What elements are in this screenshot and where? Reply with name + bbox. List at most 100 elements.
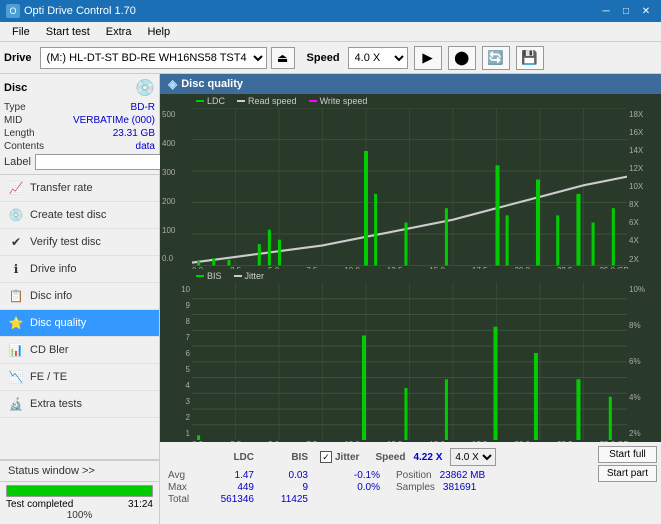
speed-select[interactable]: 4.0 X [348, 47, 408, 69]
start-part-button[interactable]: Start part [598, 465, 657, 482]
y2-1: 1 [186, 429, 190, 438]
progress-percent: 100 [67, 510, 84, 521]
speed-col-select[interactable]: 4.0 X [450, 448, 496, 466]
title-bar: O Opti Drive Control 1.70 ─ □ ✕ [0, 0, 661, 22]
toolbar-btn-3[interactable]: 🔄 [482, 46, 510, 70]
nav-disc-info[interactable]: 📋 Disc info [0, 283, 159, 310]
y2-5: 5 [186, 365, 190, 374]
y2-8: 8 [186, 317, 190, 326]
nav-verify-test-disc-label: Verify test disc [30, 236, 101, 248]
disc-length-label: Length [4, 128, 35, 139]
max-label: Max [168, 482, 200, 493]
drive-select[interactable]: (M:) HL-DT-ST BD-RE WH16NS58 TST4 [40, 47, 267, 69]
maximize-button[interactable]: □ [617, 3, 635, 19]
samples-label: Samples [396, 482, 435, 493]
total-ldc: 561346 [204, 494, 254, 505]
y2r-4p: 4% [629, 393, 641, 402]
speed-col-label: Speed [375, 452, 405, 463]
legend-read-speed-label: Read speed [248, 96, 297, 106]
jitter-col-label: Jitter [335, 452, 359, 463]
nav-create-test-disc[interactable]: 💿 Create test disc [0, 202, 159, 229]
y1r-2x: 2X [629, 255, 639, 264]
x2-17p5: 17.5 [472, 440, 488, 442]
x2-0: 0.0 [192, 440, 203, 442]
toolbar-btn-save[interactable]: 💾 [516, 46, 544, 70]
close-button[interactable]: ✕ [637, 3, 655, 19]
legend-jitter-color [234, 275, 242, 277]
y1r-6x: 6X [629, 218, 639, 227]
max-bis: 9 [258, 482, 308, 493]
total-bis: 11425 [258, 494, 308, 505]
nav-transfer-rate[interactable]: 📈 Transfer rate [0, 175, 159, 202]
transfer-rate-icon: 📈 [8, 180, 24, 196]
x2-10: 10.0 [344, 440, 360, 442]
status-text: Test completed [6, 499, 73, 510]
col-header-ldc: LDC [204, 452, 254, 463]
extra-tests-icon: 🔬 [8, 396, 24, 412]
nav-disc-quality[interactable]: ⭐ Disc quality [0, 310, 159, 337]
jitter-checkbox[interactable]: ✓ [320, 451, 332, 463]
y2-10: 10 [181, 285, 190, 294]
minimize-button[interactable]: ─ [597, 3, 615, 19]
chart1-svg [192, 108, 627, 266]
create-test-disc-icon: 💿 [8, 207, 24, 223]
nav-fe-te-label: FE / TE [30, 371, 67, 383]
max-ldc: 449 [204, 482, 254, 493]
disc-quality-icon: ⭐ [8, 315, 24, 331]
total-label: Total [168, 494, 200, 505]
progress-bar-fill [7, 486, 152, 496]
nav-fe-te[interactable]: 📉 FE / TE [0, 364, 159, 391]
nav-extra-tests-label: Extra tests [30, 398, 82, 410]
nav-extra-tests[interactable]: 🔬 Extra tests [0, 391, 159, 418]
disc-mid-value: VERBATIMe (000) [73, 115, 155, 126]
menu-help[interactable]: Help [139, 24, 178, 40]
toolbar-btn-2[interactable]: ⬤ [448, 46, 476, 70]
chart1-container: LDC Read speed Write speed 500 40 [160, 94, 661, 269]
nav-verify-test-disc[interactable]: ✔ Verify test disc [0, 229, 159, 256]
x2-22p5: 22.5 [557, 440, 573, 442]
bottom-stats-area: LDC BIS ✓ Jitter Speed 4.22 X 4.0 X Avg … [160, 442, 661, 524]
disc-quality-title: Disc quality [181, 78, 243, 90]
status-window-nav[interactable]: Status window >> [0, 460, 159, 481]
toolbar-btn-1[interactable]: ▶ [414, 46, 442, 70]
disc-label-input[interactable] [35, 154, 173, 170]
start-full-button[interactable]: Start full [598, 446, 657, 463]
position-value: 23862 MB [440, 470, 486, 481]
avg-label: Avg [168, 470, 200, 481]
x2-25: 25.0 GB [600, 440, 629, 442]
main-layout: Disc 💿 Type BD-R MID VERBATIMe (000) Len… [0, 74, 661, 524]
x2-20: 20.0 [514, 440, 530, 442]
charts-area: LDC Read speed Write speed 500 40 [160, 94, 661, 442]
nav-create-test-disc-label: Create test disc [30, 209, 106, 221]
nav-disc-quality-label: Disc quality [30, 317, 86, 329]
legend-read-speed-color [237, 100, 245, 102]
legend-write-speed: Write speed [309, 96, 368, 106]
disc-quality-header-icon: ◈ [168, 77, 177, 91]
samples-value: 381691 [443, 482, 476, 493]
legend-write-speed-label: Write speed [320, 96, 368, 106]
y1-500: 500 [162, 110, 190, 119]
left-panel: Disc 💿 Type BD-R MID VERBATIMe (000) Len… [0, 74, 160, 524]
y2-4: 4 [186, 381, 190, 390]
disc-label-label: Label [4, 156, 31, 168]
nav-cd-bler[interactable]: 📊 CD Bler [0, 337, 159, 364]
avg-bis: 0.03 [258, 470, 308, 481]
y1-0: 0.0 [162, 254, 190, 263]
disc-quality-header: ◈ Disc quality [160, 74, 661, 94]
y1r-12x: 12X [629, 164, 643, 173]
menu-extra[interactable]: Extra [98, 24, 140, 40]
progress-bar [6, 485, 153, 497]
y1r-4x: 4X [629, 236, 639, 245]
menu-start-test[interactable]: Start test [38, 24, 98, 40]
avg-jitter: -0.1% [320, 470, 380, 481]
y2r-10p: 10% [629, 285, 645, 294]
chart2-container: BIS Jitter 10 9 8 7 6 5 [160, 269, 661, 443]
nav-transfer-rate-label: Transfer rate [30, 182, 93, 194]
nav-disc-info-label: Disc info [30, 290, 72, 302]
legend-ldc-label: LDC [207, 96, 225, 106]
disc-type-label: Type [4, 102, 26, 113]
nav-drive-info[interactable]: ℹ Drive info [0, 256, 159, 283]
y1r-18x: 18X [629, 110, 643, 119]
menu-file[interactable]: File [4, 24, 38, 40]
eject-button[interactable]: ⏏ [271, 47, 295, 69]
